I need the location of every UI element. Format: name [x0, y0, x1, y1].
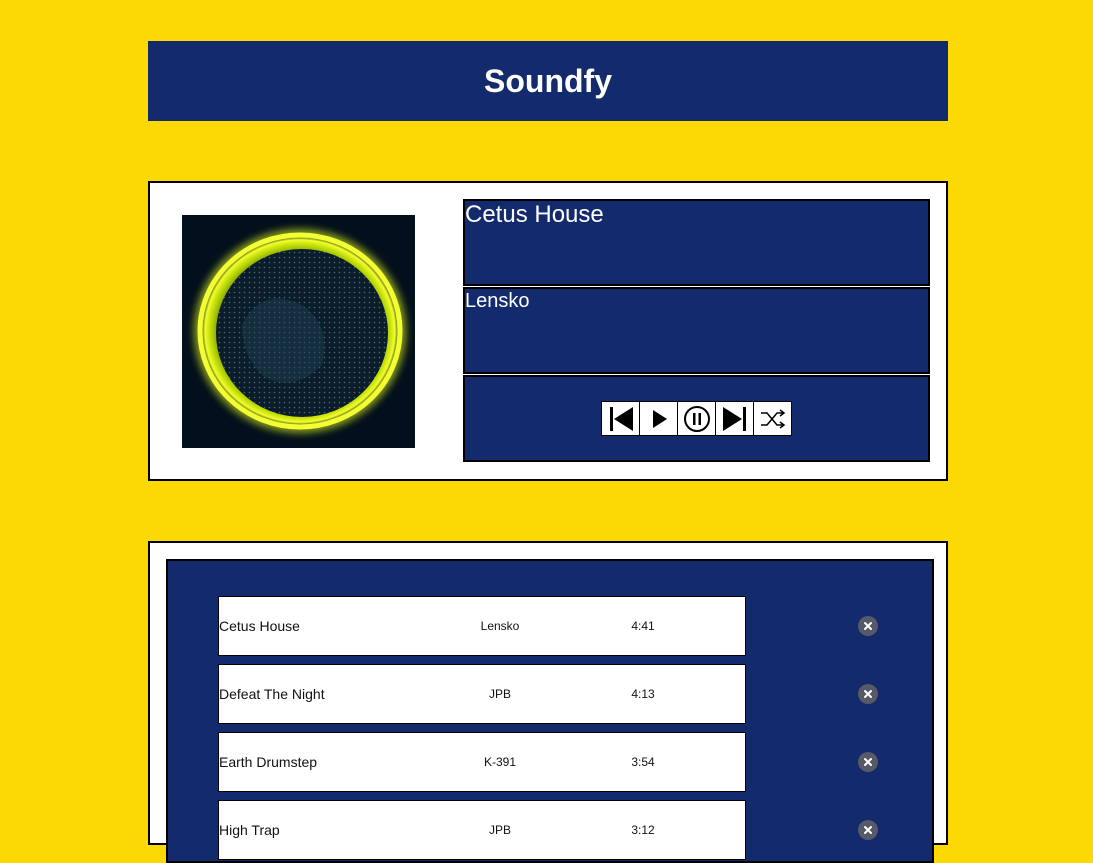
- remove-track-button[interactable]: [858, 684, 878, 704]
- app-title: Soundfy: [484, 62, 612, 99]
- track-artist: K-391: [483, 755, 517, 769]
- track-duration: 4:41: [631, 619, 655, 633]
- now-playing-title-box: Cetus House: [463, 199, 930, 286]
- track-duration: 3:12: [631, 823, 655, 837]
- app-header: Soundfy: [148, 41, 948, 121]
- close-icon: [864, 622, 872, 630]
- glowing-sphere-icon: [182, 215, 415, 448]
- track-row[interactable]: Cetus House Lensko 4:41: [218, 596, 746, 656]
- track-artist: JPB: [488, 687, 512, 701]
- track-title: Earth Drumstep: [219, 754, 318, 770]
- now-playing-panel: Cetus House Lensko: [148, 181, 948, 481]
- track-row[interactable]: High Trap JPB 3:12: [218, 800, 746, 860]
- track-duration: 3:54: [631, 755, 655, 769]
- next-button[interactable]: [715, 401, 754, 436]
- shuffle-button[interactable]: [753, 401, 792, 436]
- pause-icon: [683, 405, 710, 432]
- skip-previous-icon: [609, 406, 633, 431]
- track-artist: Lensko: [480, 619, 520, 633]
- now-playing-title: Cetus House: [465, 201, 604, 228]
- track-title: High Trap: [219, 822, 280, 838]
- track-title: Cetus House: [219, 618, 300, 634]
- playlist: Cetus House Lensko 4:41 Defeat The Night…: [166, 559, 934, 863]
- track-row[interactable]: Defeat The Night JPB 4:13: [218, 664, 746, 724]
- track-info: Cetus House Lensko: [463, 199, 930, 462]
- track-duration: 4:13: [631, 687, 655, 701]
- pause-button[interactable]: [677, 401, 716, 436]
- track-title: Defeat The Night: [219, 686, 325, 702]
- album-cover: [182, 215, 415, 448]
- player-controls: [463, 375, 930, 462]
- remove-track-button[interactable]: [858, 616, 878, 636]
- remove-track-button[interactable]: [858, 820, 878, 840]
- track-row[interactable]: Earth Drumstep K-391 3:54: [218, 732, 746, 792]
- play-button[interactable]: [639, 401, 678, 436]
- close-icon: [864, 758, 872, 766]
- remove-track-button[interactable]: [858, 752, 878, 772]
- skip-next-icon: [722, 406, 746, 431]
- play-icon: [652, 409, 667, 428]
- now-playing-artist-box: Lensko: [463, 287, 930, 374]
- close-icon: [864, 690, 872, 698]
- track-artist: JPB: [488, 823, 512, 837]
- now-playing-artist: Lensko: [465, 290, 530, 312]
- close-icon: [864, 826, 872, 834]
- previous-button[interactable]: [601, 401, 640, 436]
- playlist-panel: Cetus House Lensko 4:41 Defeat The Night…: [148, 541, 948, 863]
- shuffle-icon: [760, 408, 785, 429]
